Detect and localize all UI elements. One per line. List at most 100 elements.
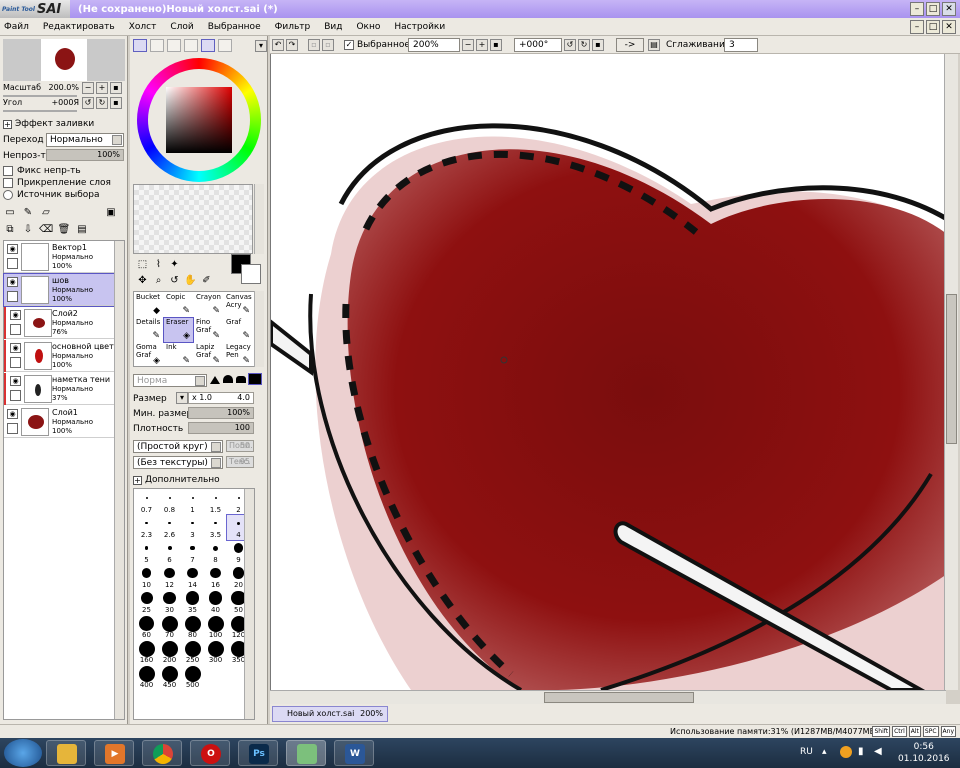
zoom-out-icon[interactable]: − (462, 39, 474, 51)
angle-select[interactable]: +000° (514, 38, 562, 52)
brush-size-3-5[interactable]: 3.5 (204, 515, 227, 540)
brush-goma-graf[interactable]: Goma Graf ◈ (134, 343, 163, 367)
lock-opacity-check[interactable]: Фикс непр-ть (3, 166, 81, 176)
new-layer-icon[interactable]: ▭ (3, 205, 17, 219)
hsv-slider-tab[interactable] (167, 39, 181, 52)
stabilizer-icon[interactable]: ▤ (648, 39, 660, 51)
size-slider[interactable]: x 1.0 4.0 (188, 392, 254, 404)
layer-row-main-color[interactable]: ◉ основной цвет Нормально 100% (4, 340, 114, 372)
rect-select-icon[interactable]: ⬚ (136, 258, 149, 271)
taskbar-paint-tool-sai[interactable] (286, 740, 326, 766)
drawing-canvas[interactable] (270, 54, 946, 690)
brush-size-70[interactable]: 70 (158, 615, 181, 640)
layer-mask-icon[interactable]: ▣ (104, 205, 118, 219)
brush-size-14[interactable]: 14 (181, 565, 204, 590)
zoom-icon[interactable]: ⌕ (152, 274, 165, 287)
taskbar-opera[interactable]: O (190, 740, 230, 766)
invert-selection-icon[interactable]: ▫ (322, 39, 334, 51)
merge-visible-icon[interactable]: ▤ (75, 222, 89, 236)
brush-ink[interactable]: Ink ✎ (164, 343, 193, 367)
system-clock[interactable]: 0:56 01.10.2016 (898, 741, 950, 765)
menu-filter[interactable]: Фильтр (275, 22, 311, 32)
new-vector-layer-icon[interactable]: ✎ (21, 205, 35, 219)
eye-icon[interactable]: ◉ (7, 244, 18, 254)
menu-canvas[interactable]: Холст (129, 22, 157, 32)
menu-file[interactable]: Файл (4, 22, 29, 32)
blend-mode-select[interactable]: Нормально (46, 133, 124, 147)
brush-size-2-3[interactable]: 2.3 (135, 515, 158, 540)
taskbar-photoshop[interactable]: Ps (238, 740, 278, 766)
brush-size-40[interactable]: 40 (204, 590, 227, 615)
medium-edge-icon[interactable] (236, 375, 246, 383)
lock-toggle[interactable] (7, 258, 18, 269)
brush-mode-select[interactable]: Норма (133, 374, 207, 387)
zoom-reset-button[interactable]: ▪ (110, 82, 122, 94)
palette-tab[interactable] (201, 39, 215, 52)
rgb-slider-tab[interactable] (150, 39, 164, 52)
brush-lock-icon[interactable] (7, 291, 18, 302)
scratchpad-tab[interactable] (218, 39, 232, 52)
size-grid-scrollbar[interactable] (244, 489, 254, 719)
checkbox[interactable]: ✓ (344, 40, 354, 50)
brush-size-1-5[interactable]: 1.5 (204, 490, 227, 515)
eye-icon[interactable]: ◉ (10, 310, 21, 320)
magic-wand-icon[interactable]: ✦ (168, 258, 181, 271)
brush-size-6[interactable]: 6 (158, 540, 181, 565)
brush-size-200[interactable]: 200 (158, 640, 181, 665)
navigator-preview[interactable] (3, 39, 125, 81)
doc-minimize-button[interactable]: – (910, 20, 924, 34)
eyedropper-icon[interactable]: ✐ (200, 274, 213, 287)
brush-graf[interactable]: Graf ✎ (224, 318, 253, 342)
zoom-fit-icon[interactable]: ▪ (490, 39, 502, 51)
zoom-out-button[interactable]: − (82, 82, 94, 94)
brush-size-7[interactable]: 7 (181, 540, 204, 565)
saturation-value-picker[interactable] (166, 87, 232, 153)
maximize-button[interactable]: □ (926, 2, 940, 16)
layer-row-vector1[interactable]: ◉ Вектор1 Нормально 100% (4, 241, 114, 273)
zoom-in-button[interactable]: + (96, 82, 108, 94)
copy-layer-icon[interactable]: ⧉ (3, 222, 17, 236)
radio[interactable] (3, 190, 13, 200)
show-selection-toggle[interactable]: ✓ Выбранное (344, 38, 410, 52)
brush-lapiz-graf[interactable]: Lapiz Graf ✎ (194, 343, 223, 367)
brush-copic[interactable]: Copic ✎ (164, 293, 193, 317)
eye-icon[interactable]: ◉ (10, 376, 21, 386)
flip-button[interactable]: -> (616, 38, 644, 52)
taskbar-chrome[interactable] (142, 740, 182, 766)
layer-row-seam[interactable]: ◉ шов Нормально 100% (3, 273, 115, 307)
brush-canvas-acry[interactable]: Canvas Acry ✎ (224, 293, 253, 317)
lock-toggle[interactable] (10, 324, 21, 335)
brush-size-300[interactable]: 300 (204, 640, 227, 665)
size-multiplier-button[interactable]: ▾ (176, 392, 188, 404)
brush-grid-scrollbar[interactable] (254, 291, 264, 367)
shape-select[interactable]: (Простой круг) (133, 440, 223, 453)
menu-settings[interactable]: Настройки (394, 22, 445, 32)
min-size-slider[interactable]: 100% (188, 407, 254, 419)
advanced-header[interactable]: + Дополнительно (133, 475, 220, 485)
deselect-icon[interactable]: ▫ (308, 39, 320, 51)
brush-size-500[interactable]: 500 (181, 665, 204, 690)
hand-icon[interactable]: ✋ (184, 274, 197, 287)
fill-effect-header[interactable]: + Эффект заливки (3, 119, 94, 129)
brush-size-60[interactable]: 60 (135, 615, 158, 640)
brush-size-100[interactable]: 100 (204, 615, 227, 640)
shape-strength[interactable]: Попл. 50 (226, 440, 254, 452)
brush-size-250[interactable]: 250 (181, 640, 204, 665)
soft-edge-icon[interactable] (223, 375, 233, 383)
lock-toggle[interactable] (10, 390, 21, 401)
texture-select[interactable]: (Без текстуры) (133, 456, 223, 469)
brush-size-0-8[interactable]: 0.8 (158, 490, 181, 515)
brush-size-35[interactable]: 35 (181, 590, 204, 615)
doc-close-button[interactable]: ✕ (942, 20, 956, 34)
tray-app-icon[interactable] (840, 746, 852, 758)
eye-icon[interactable]: ◉ (7, 409, 18, 419)
brush-bucket[interactable]: Bucket ◆ (134, 293, 163, 317)
scratch-pad[interactable] (133, 184, 253, 254)
canvas-vertical-scrollbar[interactable] (944, 54, 958, 690)
language-indicator[interactable]: RU (800, 747, 813, 757)
doc-restore-button[interactable]: □ (926, 20, 940, 34)
density-slider[interactable]: 100 (188, 422, 254, 434)
panel-menu-icon[interactable]: ▾ (255, 40, 267, 52)
brush-size-80[interactable]: 80 (181, 615, 204, 640)
brush-crayon[interactable]: Crayon ✎ (194, 293, 223, 317)
